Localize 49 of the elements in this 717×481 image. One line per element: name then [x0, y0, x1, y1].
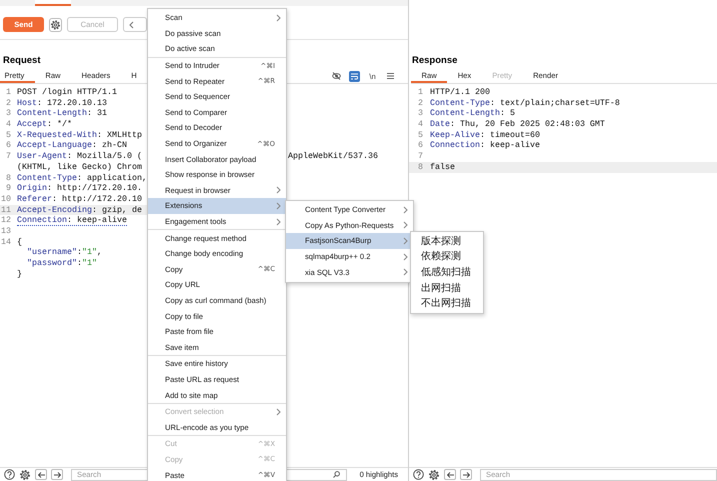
line-number: 2 [417, 98, 424, 108]
code-line: Connection: keep-alive [430, 140, 540, 152]
line-number: 5 [417, 130, 424, 140]
pane-title: Response [412, 55, 458, 66]
line-number: 13 [0, 226, 12, 237]
line-number: 8 [417, 162, 424, 173]
line-number: 11 [0, 204, 12, 216]
pane-title: Request [3, 55, 40, 66]
code-line: Content-Length: 31 [17, 108, 107, 120]
line-number: 3 [417, 108, 424, 120]
line-number: 14 [0, 236, 12, 248]
line-number: 7 [417, 151, 424, 162]
code-line: Origin: http://172.20.10. [17, 183, 142, 194]
line-number: 6 [5, 140, 12, 152]
code-line: Accept-Encoding: gzip, de [17, 204, 142, 216]
code-line: "username":"1", [26, 247, 102, 258]
code-line: "password":"1" [26, 258, 97, 269]
code-line: Connection: keep-alive [17, 215, 127, 226]
code-line: false [430, 162, 455, 173]
code-line: } [17, 268, 22, 280]
code-line: AppleWebKit/537.36 [288, 151, 378, 162]
code-line: Keep-Alive: timeout=60 [430, 130, 540, 140]
line-number: 8 [5, 172, 12, 184]
line-number: 4 [5, 119, 12, 130]
line-number: 5 [5, 130, 12, 140]
code-line: Content-Type: application, [17, 172, 147, 184]
code-line: Host: 172.20.10.13 [17, 98, 107, 108]
code-line: User-Agent: Mozilla/5.0 ( [17, 151, 142, 162]
code-line: POST /login HTTP/1.1 [17, 87, 117, 98]
line-number: 12 [0, 215, 12, 226]
code-line: X-Requested-With: XMLHttp [17, 130, 142, 140]
line-number: 9 [5, 183, 12, 194]
code-line: Referer: http://172.20.10 [17, 194, 142, 205]
code-line: (KHTML, like Gecko) Chrom [17, 162, 142, 173]
code-line: Content-Type: text/plain;charset=UTF-8 [430, 98, 620, 108]
line-number: 2 [5, 98, 12, 108]
line-number: 3 [5, 108, 12, 120]
code-line: Date: Thu, 20 Feb 2025 02:48:03 GMT [430, 119, 605, 130]
line-number: 6 [417, 140, 424, 152]
code-line: Accept: */* [17, 119, 72, 130]
line-number: 4 [417, 119, 424, 130]
line-number: 7 [5, 151, 12, 162]
line-number: 1 [5, 87, 12, 98]
line-number: 10 [0, 194, 12, 205]
code-line: HTTP/1.1 200 [430, 87, 490, 98]
code-line: { [17, 236, 22, 248]
code-line: Content-Length: 5 [430, 108, 515, 120]
line-number: 1 [417, 87, 424, 98]
code-line: Accept-Language: zh-CN [17, 140, 127, 152]
